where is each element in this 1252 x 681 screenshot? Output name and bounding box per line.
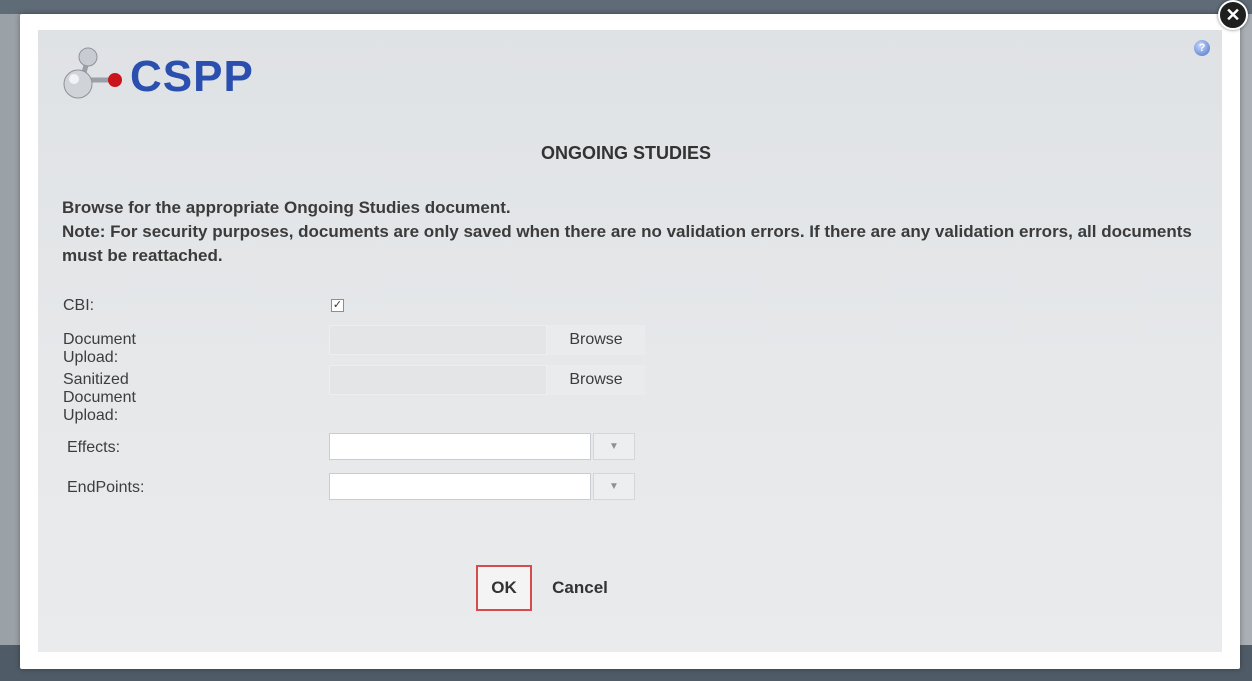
document-upload-label: Document Upload: xyxy=(63,331,136,366)
sanitized-upload-field[interactable] xyxy=(329,365,547,395)
endpoints-label: EndPoints: xyxy=(67,479,145,496)
sanitized-browse-button[interactable]: Browse xyxy=(547,365,645,395)
close-icon[interactable]: ✕ xyxy=(1218,0,1248,30)
chevron-down-icon[interactable]: ▼ xyxy=(593,433,635,460)
dialog-buttons: OK Cancel xyxy=(0,565,1252,613)
cbi-checkbox[interactable]: ✓ xyxy=(331,299,344,312)
document-upload-field[interactable] xyxy=(329,325,547,355)
effects-select[interactable] xyxy=(329,433,591,460)
chevron-down-icon[interactable]: ▼ xyxy=(593,473,635,500)
cbi-label: CBI: xyxy=(63,297,95,314)
instructions: Browse for the appropriate Ongoing Studi… xyxy=(62,196,1202,268)
dialog-title: ONGOING STUDIES xyxy=(540,143,711,163)
help-icon[interactable]: ? xyxy=(1194,40,1210,56)
instruction-security-note: Note: For security purposes, documents a… xyxy=(62,222,1192,265)
sanitized-upload-label: Sanitized Document Upload: xyxy=(63,371,136,424)
cspp-logo: CSPP xyxy=(60,44,280,104)
molecule-logo-icon xyxy=(63,47,122,99)
logo-text: CSPP xyxy=(130,52,254,101)
endpoints-select[interactable] xyxy=(329,473,591,500)
cancel-button[interactable]: Cancel xyxy=(540,565,620,611)
ok-button[interactable]: OK xyxy=(476,565,532,611)
backdrop-top-bar xyxy=(0,0,1252,14)
effects-label: Effects: xyxy=(67,439,121,456)
document-browse-button[interactable]: Browse xyxy=(547,325,645,355)
instruction-browse: Browse for the appropriate Ongoing Studi… xyxy=(62,198,511,217)
